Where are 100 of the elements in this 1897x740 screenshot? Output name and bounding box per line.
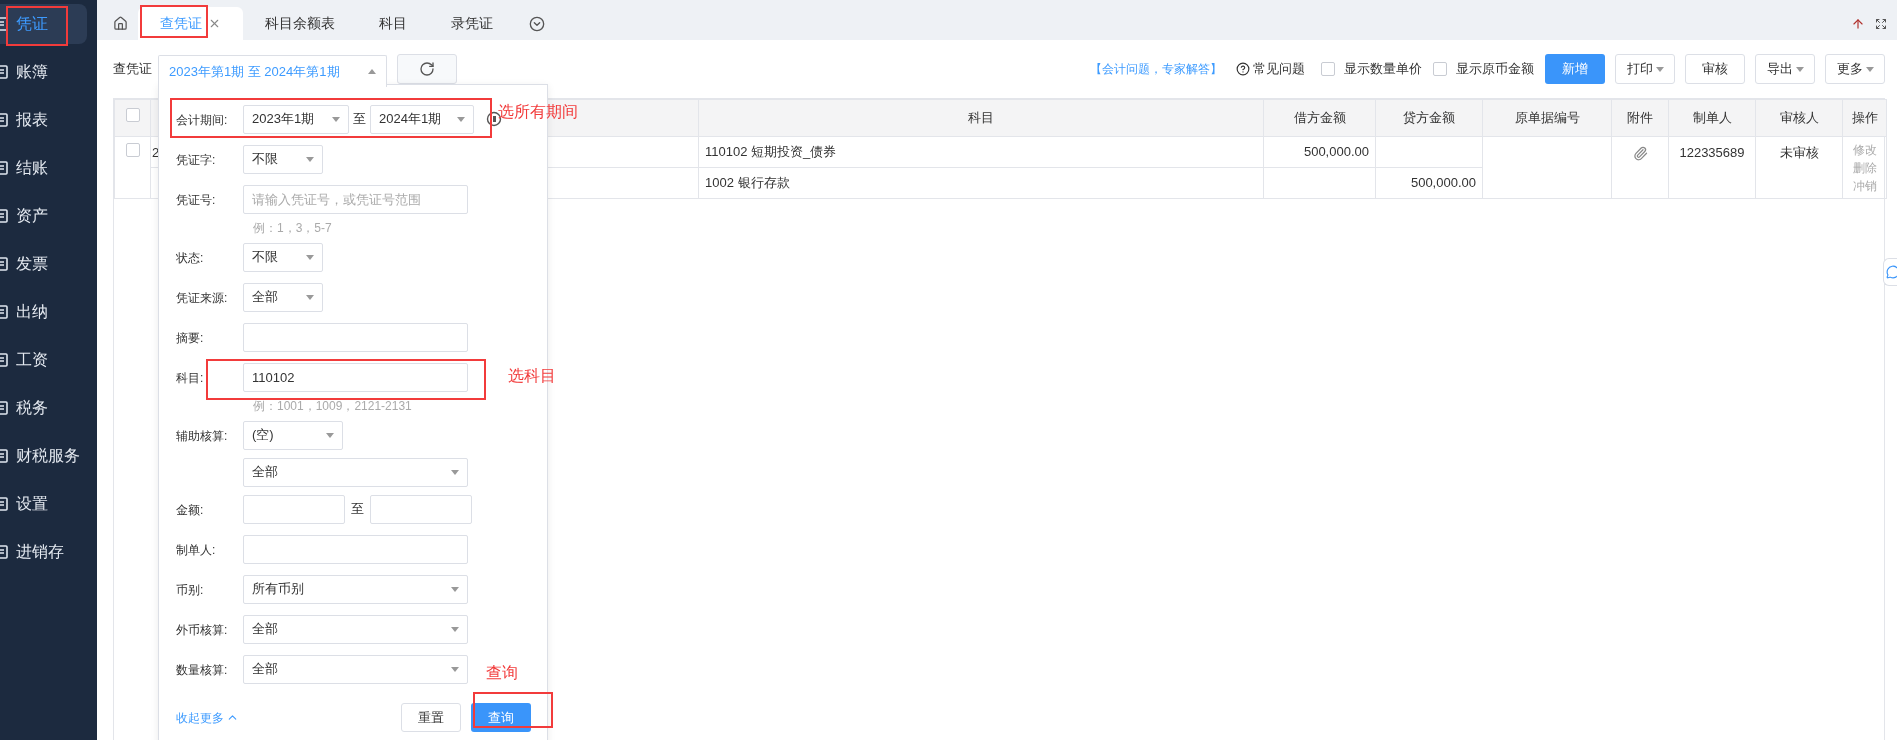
column-header: 审核人	[1755, 99, 1843, 137]
home-icon[interactable]	[113, 16, 128, 31]
caret-icon	[332, 116, 340, 122]
sidebar-item[interactable]: 报表	[0, 100, 87, 140]
checkbox-label: 显示数量单价	[1344, 60, 1422, 79]
checkbox[interactable]	[1433, 62, 1447, 76]
select-field[interactable]: 全部	[243, 654, 468, 684]
caret-icon	[451, 469, 459, 475]
sidebar-item[interactable]: 资产	[0, 196, 87, 236]
column-header: 借方金额	[1263, 99, 1376, 137]
toolbar-button[interactable]: 更多	[1825, 54, 1885, 84]
text-field[interactable]	[243, 322, 468, 352]
sidebar-item[interactable]: 出纳	[0, 292, 87, 332]
sidebar-item[interactable]: 设置	[0, 484, 87, 524]
checkbox-label: 显示原币金额	[1456, 60, 1534, 79]
tab[interactable]: 科目	[357, 7, 429, 40]
column-header: 操作	[1842, 99, 1887, 137]
column-header: 原单据编号	[1482, 99, 1612, 137]
sidebar-item[interactable]: 凭证	[0, 4, 87, 44]
field-label: 状态:	[176, 251, 204, 265]
page-title: 查凭证	[113, 60, 152, 79]
refresh-button[interactable]	[397, 54, 457, 84]
table-cell: 500,000.00	[1303, 144, 1369, 160]
annotation-frame	[140, 5, 208, 38]
caret-icon	[306, 294, 314, 300]
annotation-text: 查询	[486, 663, 518, 683]
select-field[interactable]: 不限	[243, 144, 323, 174]
amount-to-field[interactable]	[370, 494, 472, 524]
toolbar-button[interactable]: 审核	[1685, 54, 1745, 84]
toolbar-button[interactable]: 打印	[1615, 54, 1675, 84]
field-label: 凭证字:	[176, 153, 216, 167]
caret-icon	[1655, 66, 1664, 72]
field-label: 制单人:	[176, 543, 216, 557]
select-field[interactable]: 全部	[243, 614, 468, 644]
annotation-frame	[6, 6, 68, 46]
select-field[interactable]: 全部	[243, 457, 468, 487]
caret-icon	[457, 116, 465, 122]
chat-icon[interactable]	[1883, 258, 1897, 286]
select-all-checkbox[interactable]	[125, 108, 140, 123]
table-cell: 110102 短期投资_债券	[705, 144, 837, 160]
caret-icon	[368, 69, 376, 74]
field-label: 币别:	[176, 583, 204, 597]
faq-link[interactable]: 常见问题	[1253, 59, 1305, 79]
toolbar-button[interactable]: 导出	[1755, 54, 1815, 84]
tab[interactable]: 录凭证	[429, 7, 515, 40]
refresh-icon	[419, 61, 435, 77]
select-field[interactable]: 所有币别	[243, 574, 468, 604]
caret-icon	[451, 666, 459, 672]
field-hint: 例：1001，1009，2121-2131	[253, 399, 412, 413]
table-cell: 未审核	[1779, 145, 1819, 160]
column-header: 附件	[1611, 99, 1669, 137]
select-field[interactable]: 不限	[243, 242, 323, 272]
caret-icon	[451, 586, 459, 592]
sidebar-item[interactable]: 进销存	[0, 532, 87, 572]
filter-button[interactable]: 重置	[401, 703, 461, 732]
caret-icon	[306, 254, 314, 260]
range-separator: 至	[350, 500, 365, 519]
sidebar-item[interactable]: 工资	[0, 340, 87, 380]
chevron-down-icon[interactable]	[529, 15, 545, 32]
sidebar-item[interactable]: 财税服务	[0, 436, 87, 476]
annotation-text: 选所有期间	[498, 102, 578, 122]
close-icon[interactable]	[208, 17, 221, 30]
field-label: 摘要:	[176, 331, 204, 345]
table-cell: 500,000.00	[1410, 175, 1476, 191]
field-label: 凭证来源:	[176, 291, 228, 305]
select-field[interactable]: 2023年1期	[243, 104, 349, 134]
sidebar-item[interactable]: 税务	[0, 388, 87, 428]
field-label: 凭证号:	[176, 193, 216, 207]
fullscreen-icon[interactable]	[1875, 17, 1887, 30]
field-label: 外币核算:	[176, 623, 228, 637]
arrow-up-icon[interactable]	[1851, 16, 1865, 31]
checkbox[interactable]	[1321, 62, 1335, 76]
annotation-text: 选科目	[508, 366, 556, 386]
field-label: 金额:	[176, 503, 204, 517]
text-field[interactable]: 请输入凭证号，或凭证号范围	[243, 184, 468, 214]
column-header: 制单人	[1668, 99, 1756, 137]
text-field[interactable]: 110102	[243, 362, 468, 392]
paperclip-icon[interactable]	[1632, 146, 1648, 162]
caret-icon	[1865, 66, 1874, 72]
tab[interactable]: 科目余额表	[243, 7, 357, 40]
caret-icon	[1795, 66, 1804, 72]
sidebar-item[interactable]: 结账	[0, 148, 87, 188]
text-field[interactable]	[243, 534, 468, 564]
amount-from-field[interactable]	[243, 494, 345, 524]
field-label: 科目:	[176, 371, 204, 385]
table-cell: 122335689	[1679, 145, 1745, 160]
select-field[interactable]: (空)	[243, 420, 343, 450]
sidebar-item[interactable]: 发票	[0, 244, 87, 284]
column-header: 科目	[698, 99, 1264, 137]
field-label: 辅助核算:	[176, 429, 228, 443]
table-cell: 1002 银行存款	[705, 175, 790, 191]
caret-icon	[326, 432, 334, 438]
caret-icon	[451, 626, 459, 632]
select-field[interactable]: 全部	[243, 282, 323, 312]
column-header: 贷方金额	[1375, 99, 1483, 137]
select-field[interactable]: 2024年1期	[370, 104, 474, 134]
row-checkbox[interactable]	[125, 143, 140, 157]
field-hint: 例：1，3，5-7	[253, 221, 332, 235]
sidebar-item[interactable]: 账簿	[0, 52, 87, 92]
field-label: 数量核算:	[176, 663, 228, 677]
